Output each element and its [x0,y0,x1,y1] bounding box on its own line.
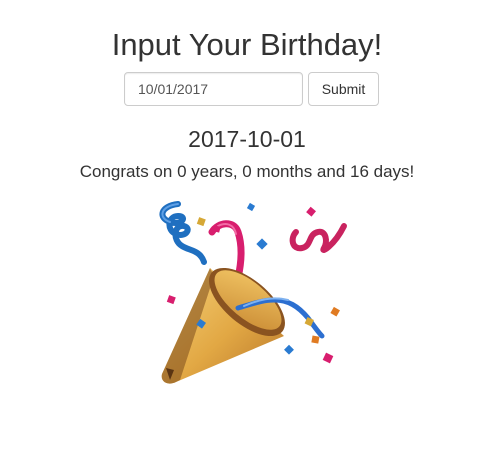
page-title: Input Your Birthday! [111,27,383,62]
party-popper-icon [159,201,347,384]
submit-button[interactable]: Submit [308,72,379,106]
congrats-message: Congrats on 0 years, 0 months and 16 day… [79,162,415,181]
birthday-date-display: 2017-10-01 [188,126,306,152]
birthday-input[interactable] [124,72,303,106]
birthday-form: Submit [124,72,379,106]
